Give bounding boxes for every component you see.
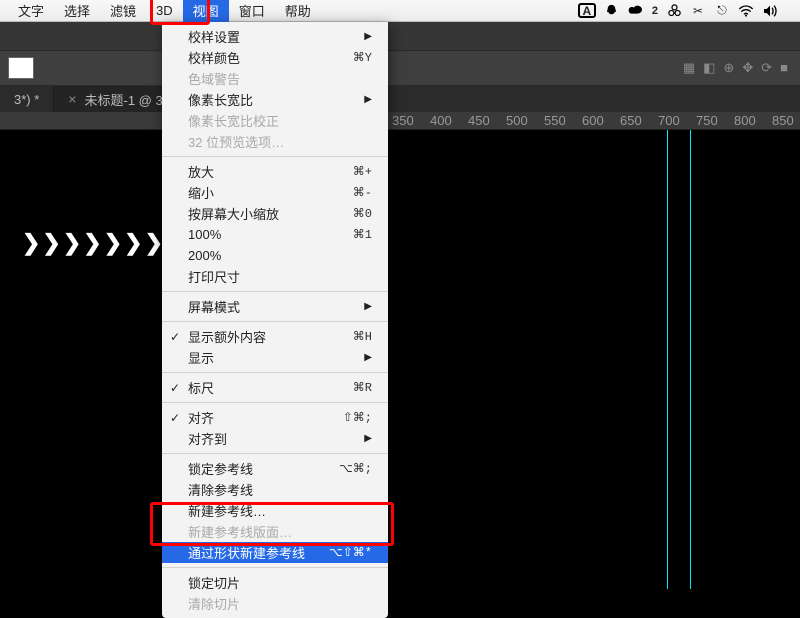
toolbar-right-icons: ▦ ◧ ⊕ ✥ ⟳ ■	[683, 60, 788, 76]
ruler-tick: 350	[392, 113, 414, 128]
ruler-tick: 550	[544, 113, 566, 128]
system-tray: A 2 ✂ ⎋	[578, 3, 792, 19]
ruler-tick: 600	[582, 113, 604, 128]
menu-separator	[162, 156, 388, 157]
menu-100[interactable]: 100%⌘1	[162, 224, 388, 245]
ruler-horizontal[interactable]: 350 400 450 500 550 600 650 700 750 800 …	[0, 112, 800, 130]
canvas[interactable]	[0, 130, 800, 589]
notification-count: 2	[652, 5, 658, 17]
menu-200[interactable]: 200%	[162, 245, 388, 266]
menu-separator	[162, 453, 388, 454]
menu-32bit-preview[interactable]: 32 位预览选项…	[162, 131, 388, 152]
submenu-arrow-icon: ▶	[364, 94, 372, 105]
check-icon: ✓	[170, 411, 180, 425]
ruler-tick: 750	[696, 113, 718, 128]
ruler-tick: 850	[772, 113, 794, 128]
close-icon[interactable]: ×	[68, 91, 76, 107]
submenu-arrow-icon: ▶	[364, 31, 372, 42]
menu-separator	[162, 567, 388, 568]
zoom-icon[interactable]: ⊕	[723, 60, 734, 76]
view-mode-icon[interactable]: ▦	[683, 60, 695, 76]
menu-screen-mode[interactable]: 屏幕模式▶	[162, 296, 388, 317]
hand-icon[interactable]: ✥	[742, 60, 753, 76]
menu-separator	[162, 372, 388, 373]
chevron-shape: ❯❯❯❯❯❯❯❯	[22, 230, 185, 256]
color-swatch[interactable]	[8, 57, 34, 79]
cc-icon[interactable]	[628, 3, 644, 19]
menu-zoom-in[interactable]: 放大⌘+	[162, 161, 388, 182]
menu-gamut-warning[interactable]: 色域警告	[162, 68, 388, 89]
bluetooth-icon[interactable]: ⎋	[714, 3, 730, 19]
menu-text[interactable]: 文字	[8, 0, 54, 22]
menu-show[interactable]: 显示▶	[162, 347, 388, 368]
arrange-icon[interactable]: ◧	[703, 60, 715, 76]
document-tab-0[interactable]: 3*) *	[0, 87, 54, 112]
menu-view[interactable]: 视图	[183, 0, 229, 22]
menu-extras[interactable]: ✓显示额外内容⌘H	[162, 326, 388, 347]
menu-snap[interactable]: ✓对齐⇧⌘;	[162, 407, 388, 428]
menu-separator	[162, 321, 388, 322]
guide-line[interactable]	[690, 130, 691, 589]
menu-clear-slices[interactable]: 清除切片	[162, 593, 388, 614]
submenu-arrow-icon: ▶	[364, 433, 372, 444]
adobe-icon[interactable]: A	[578, 3, 596, 18]
menu-filter[interactable]: 滤镜	[100, 0, 146, 22]
camera-icon[interactable]: ■	[780, 60, 788, 76]
menu-pixel-aspect-correction[interactable]: 像素长宽比校正	[162, 110, 388, 131]
submenu-arrow-icon: ▶	[364, 352, 372, 363]
menu-pixel-aspect[interactable]: 像素长宽比▶	[162, 89, 388, 110]
qq-icon[interactable]	[604, 3, 620, 19]
ruler-tick: 650	[620, 113, 642, 128]
menu-fit-screen[interactable]: 按屏幕大小缩放⌘0	[162, 203, 388, 224]
scissors-icon[interactable]: ✂	[690, 3, 706, 19]
ruler-tick: 450	[468, 113, 490, 128]
menu-lock-slices[interactable]: 锁定切片	[162, 572, 388, 593]
volume-icon[interactable]	[762, 3, 778, 19]
check-icon: ✓	[170, 330, 180, 344]
menu-select[interactable]: 选择	[54, 0, 100, 22]
wifi-icon[interactable]	[738, 3, 754, 19]
menu-zoom-out[interactable]: 缩小⌘-	[162, 182, 388, 203]
tab-label: 3*) *	[14, 92, 39, 107]
ruler-tick: 700	[658, 113, 680, 128]
menu-window[interactable]: 窗口	[229, 0, 275, 22]
menu-proof-colors[interactable]: 校样颜色⌘Y	[162, 47, 388, 68]
menu-new-guide-layout[interactable]: 新建参考线版面…	[162, 521, 388, 542]
rotate-icon[interactable]: ⟳	[761, 60, 772, 76]
menu-3d[interactable]: 3D	[146, 1, 183, 20]
submenu-arrow-icon: ▶	[364, 301, 372, 312]
menu-help[interactable]: 帮助	[275, 0, 321, 22]
ruler-tick: 400	[430, 113, 452, 128]
sync-icon[interactable]	[666, 3, 682, 19]
menu-separator	[162, 291, 388, 292]
guide-line[interactable]	[667, 130, 668, 589]
menu-guides-from-shape[interactable]: 通过形状新建参考线⌥⇧⌘*	[162, 542, 388, 563]
menu-proof-setup[interactable]: 校样设置▶	[162, 26, 388, 47]
menu-print-size[interactable]: 打印尺寸	[162, 266, 388, 287]
menu-clear-guides[interactable]: 清除参考线	[162, 479, 388, 500]
menu-lock-guides[interactable]: 锁定参考线⌥⌘;	[162, 458, 388, 479]
ruler-tick: 500	[506, 113, 528, 128]
menu-separator	[162, 402, 388, 403]
menu-snap-to[interactable]: 对齐到▶	[162, 428, 388, 449]
document-tabs: 3*) * × 未标题-1 @ 300%	[0, 86, 800, 112]
battery-icon[interactable]	[786, 3, 792, 19]
system-menubar: 文字 选择 滤镜 3D 视图 窗口 帮助 A 2 ✂ ⎋	[0, 0, 800, 22]
check-icon: ✓	[170, 381, 180, 395]
menu-rulers[interactable]: ✓标尺⌘R	[162, 377, 388, 398]
options-toolbar: ▦ ◧ ⊕ ✥ ⟳ ■	[0, 50, 800, 86]
app-titlebar: o CC 2014	[0, 22, 800, 50]
menu-new-guide[interactable]: 新建参考线…	[162, 500, 388, 521]
view-menu-dropdown: 校样设置▶ 校样颜色⌘Y 色域警告 像素长宽比▶ 像素长宽比校正 32 位预览选…	[162, 22, 388, 618]
ruler-tick: 800	[734, 113, 756, 128]
